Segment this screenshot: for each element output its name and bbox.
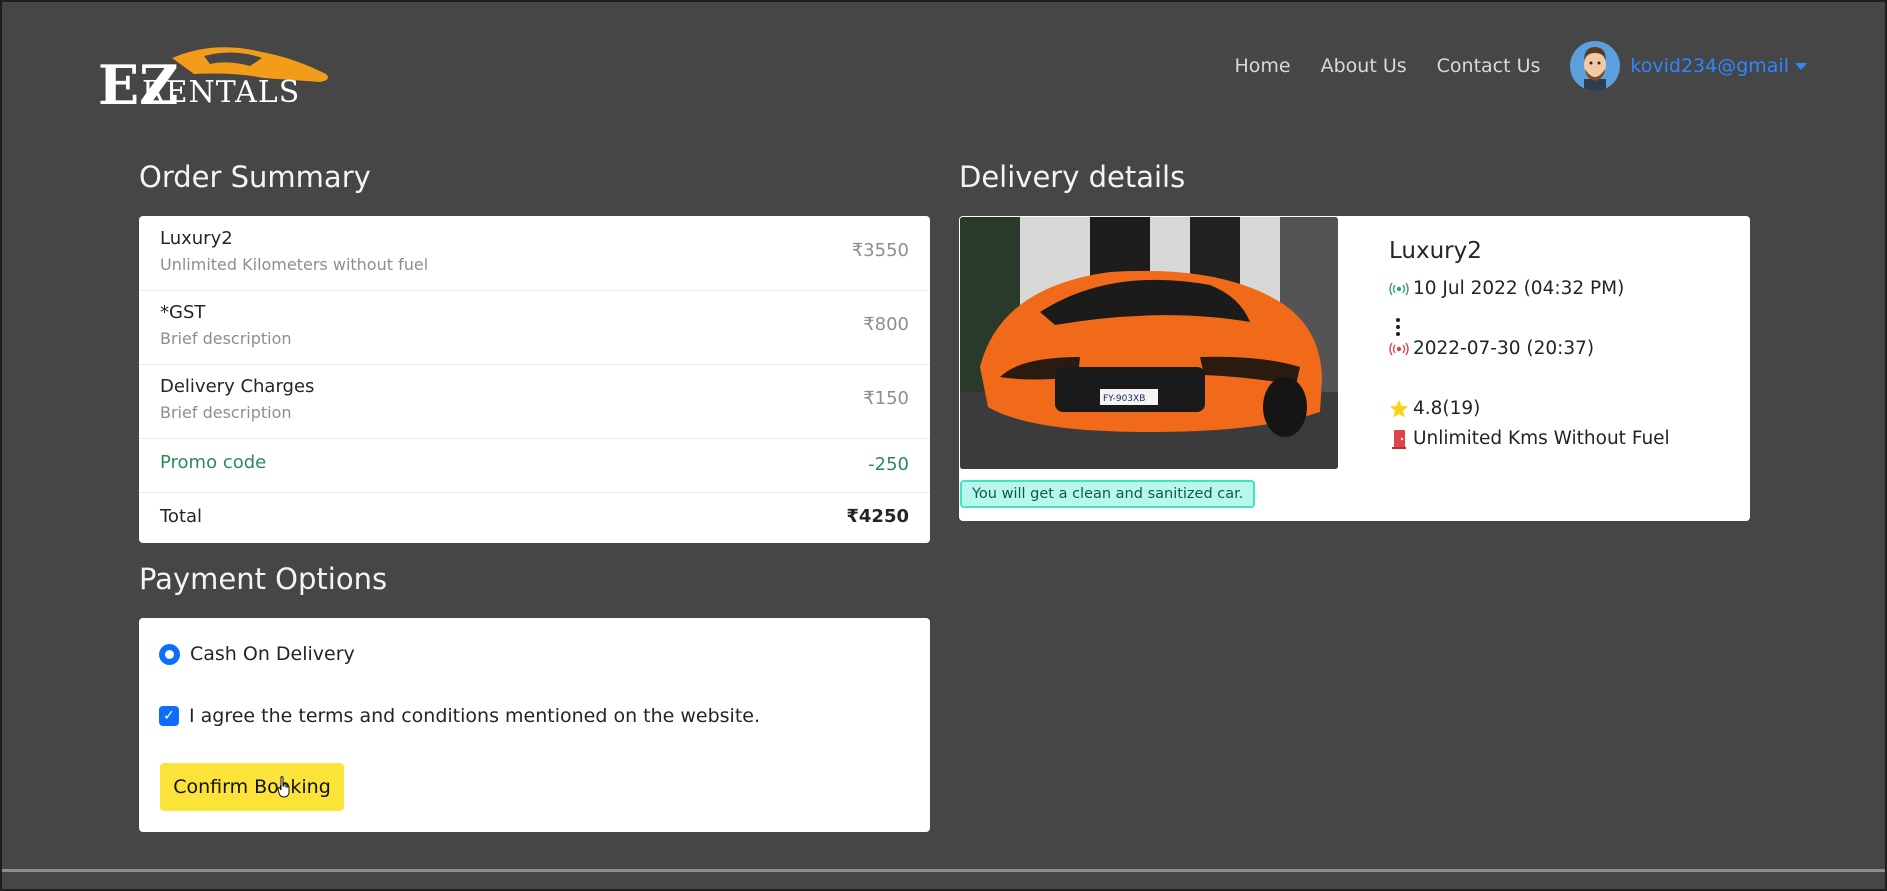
broadcast-red-icon <box>1389 339 1409 359</box>
pickup-time: 10 Jul 2022 (04:32 PM) <box>1389 278 1624 299</box>
item-name: *GST <box>160 302 206 323</box>
nav-home[interactable]: Home <box>1235 55 1291 77</box>
promo-label: Promo code <box>160 452 267 473</box>
list-item: Delivery Charges Brief description ₹150 <box>160 376 909 422</box>
promo-row: Promo code -250 <box>160 452 909 475</box>
nav-about-us[interactable]: About Us <box>1321 55 1407 77</box>
item-desc: Brief description <box>160 329 292 348</box>
delivery-details-title: Delivery details <box>959 160 1186 194</box>
item-name: Luxury2 <box>160 228 233 249</box>
license-plate: FY-903XB <box>1103 394 1145 404</box>
vertical-dots-icon <box>1396 318 1400 336</box>
cash-on-delivery-radio[interactable] <box>159 644 180 665</box>
list-item: *GST Brief description ₹800 <box>160 302 909 348</box>
order-summary-card: Luxury2 Unlimited Kilometers without fue… <box>139 216 930 543</box>
user-email[interactable]: kovid234@gmail <box>1630 55 1789 77</box>
list-item: Luxury2 Unlimited Kilometers without fue… <box>160 228 909 274</box>
drop-time-text: 2022-07-30 (20:37) <box>1413 338 1595 359</box>
car-image: FY-903XB <box>960 217 1338 469</box>
order-summary-title: Order Summary <box>139 160 371 194</box>
divider <box>139 364 930 365</box>
plan-text: Unlimited Kms Without Fuel <box>1413 428 1670 449</box>
item-price: ₹800 <box>863 314 909 335</box>
payment-options-card: Cash On Delivery ✓ I agree the terms and… <box>139 618 930 832</box>
terms-checkbox[interactable]: ✓ <box>159 706 179 726</box>
chevron-down-icon[interactable] <box>1795 62 1807 70</box>
confirm-booking-button[interactable]: Confirm Booking <box>160 763 344 811</box>
item-desc: Brief description <box>160 403 292 422</box>
hand-cursor-icon <box>277 776 290 798</box>
plan: Unlimited Kms Without Fuel <box>1389 428 1670 449</box>
item-name: Delivery Charges <box>160 376 315 397</box>
item-price: ₹3550 <box>851 240 909 261</box>
rating: 4.8(19) <box>1389 398 1480 419</box>
rating-text: 4.8(19) <box>1413 398 1481 419</box>
divider <box>139 438 930 439</box>
item-price: ₹150 <box>863 388 909 409</box>
main-nav: Home About Us Contact Us kovid234@gmail <box>1205 38 1807 94</box>
ez-rentals-logo[interactable]: EZ RENTALS <box>94 44 334 108</box>
car-name: Luxury2 <box>1389 238 1482 264</box>
nav-contact-us[interactable]: Contact Us <box>1437 55 1541 77</box>
sanitized-car-badge: You will get a clean and sanitized car. <box>960 480 1256 508</box>
total-row: Total ₹4250 <box>160 506 909 527</box>
item-desc: Unlimited Kilometers without fuel <box>160 255 429 274</box>
pickup-time-text: 10 Jul 2022 (04:32 PM) <box>1413 278 1625 299</box>
door-icon <box>1389 429 1409 449</box>
divider <box>139 290 930 291</box>
total-label: Total <box>160 506 203 527</box>
logo-text: RENTALS <box>142 75 300 108</box>
promo-value: -250 <box>868 454 909 475</box>
terms-label[interactable]: I agree the terms and conditions mention… <box>189 705 760 727</box>
total-value: ₹4250 <box>846 506 909 527</box>
payment-options-title: Payment Options <box>139 562 388 596</box>
delivery-details-card: FY-903XB You will get a clean and saniti… <box>959 216 1750 521</box>
drop-time: 2022-07-30 (20:37) <box>1389 338 1594 359</box>
cash-on-delivery-label[interactable]: Cash On Delivery <box>190 643 355 665</box>
avatar[interactable] <box>1570 41 1621 91</box>
user-menu[interactable]: kovid234@gmail <box>1570 41 1807 91</box>
divider <box>139 492 930 493</box>
star-icon <box>1389 399 1409 419</box>
footer-divider <box>0 869 1887 872</box>
broadcast-green-icon <box>1389 279 1409 299</box>
